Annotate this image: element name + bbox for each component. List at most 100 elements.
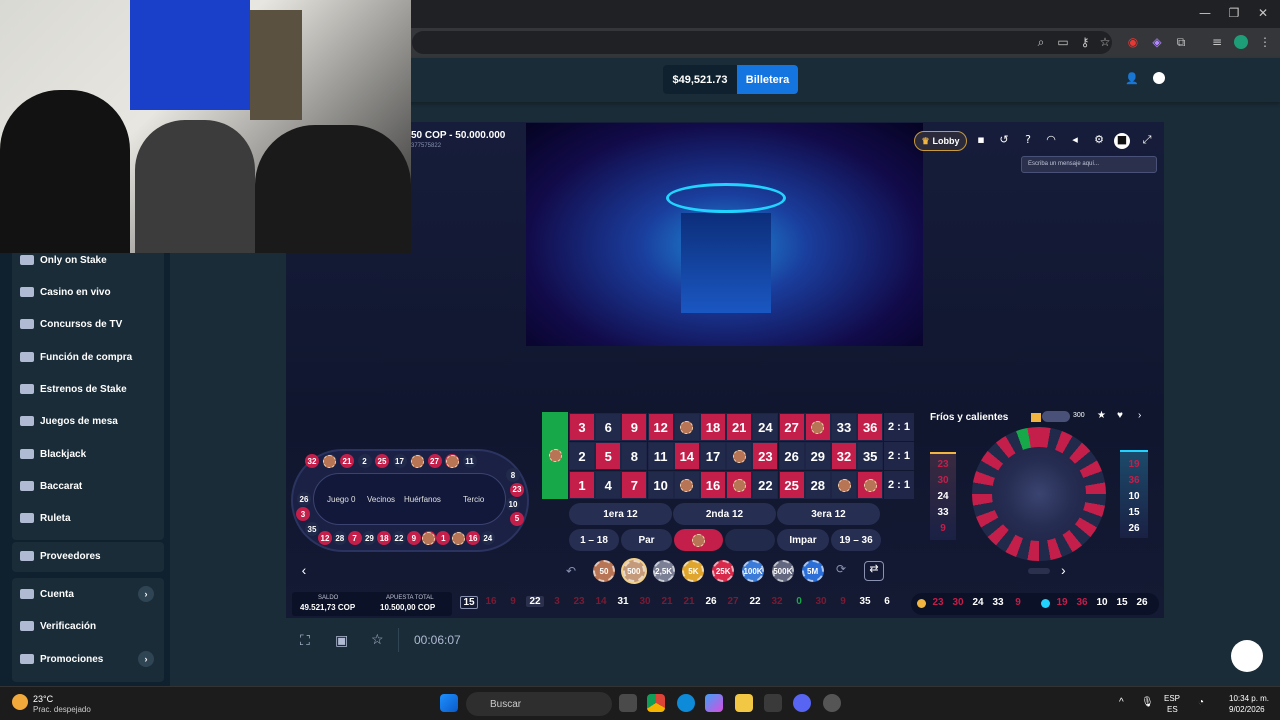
- dozen-2[interactable]: 2nda 12: [673, 503, 776, 525]
- racetrack-number[interactable]: 5: [510, 511, 524, 526]
- minimize-icon[interactable]: —: [1196, 6, 1214, 20]
- number-cell[interactable]: 16: [700, 471, 726, 499]
- racetrack-number[interactable]: 7: [347, 531, 362, 545]
- sidebar-item-cuenta[interactable]: Cuenta ›: [12, 579, 164, 609]
- number-cell[interactable]: 9: [621, 413, 648, 441]
- chevron-right-icon[interactable]: ›: [138, 586, 154, 602]
- settings-gear-icon[interactable]: ⚙: [1091, 133, 1107, 149]
- racetrack-number[interactable]: 26: [297, 492, 311, 506]
- racetrack-number[interactable]: 11: [462, 454, 477, 468]
- double-icon[interactable]: ⇄: [864, 561, 884, 581]
- edge-icon[interactable]: [677, 694, 695, 712]
- language-indicator[interactable]: ESP: [1164, 694, 1180, 703]
- racetrack-number[interactable]: 3: [296, 507, 310, 521]
- racetrack-number[interactable]: 16: [466, 531, 480, 545]
- number-cell[interactable]: 27: [778, 413, 805, 441]
- discord-icon[interactable]: [793, 694, 811, 712]
- bet-even[interactable]: Par: [621, 529, 672, 551]
- number-cell[interactable]: [857, 471, 884, 499]
- sidebar-item-blackjack[interactable]: Blackjack: [12, 439, 164, 469]
- racetrack-number[interactable]: [451, 531, 466, 545]
- profile-avatar[interactable]: [1234, 35, 1248, 49]
- chevron-right-icon[interactable]: ›: [1138, 410, 1141, 421]
- number-cell[interactable]: 7: [621, 471, 648, 499]
- bookmark-star-icon[interactable]: ☆: [1096, 35, 1114, 49]
- dozen-1[interactable]: 1era 12: [569, 503, 672, 525]
- chip-100k[interactable]: 100K: [742, 560, 764, 582]
- repeat-icon[interactable]: ⟳: [836, 562, 852, 578]
- chip-500[interactable]: 500: [622, 560, 645, 582]
- racetrack-number[interactable]: [445, 454, 459, 468]
- bet-1-18[interactable]: 1 – 18: [569, 529, 619, 551]
- racetrack-label-tercio[interactable]: Tercio: [463, 495, 484, 504]
- dozen-3[interactable]: 3era 12: [777, 503, 880, 525]
- heart-icon[interactable]: ♥: [1117, 410, 1123, 421]
- lobby-button[interactable]: ♛ Lobby: [914, 131, 967, 151]
- number-cell[interactable]: 10: [647, 471, 674, 499]
- undo-icon[interactable]: ↶: [566, 564, 576, 578]
- sample-toggle[interactable]: [1042, 411, 1070, 422]
- playlist-icon[interactable]: ≡: [1208, 35, 1226, 49]
- number-cell[interactable]: 12: [647, 413, 674, 441]
- fullscreen-icon[interactable]: ⤢: [1139, 133, 1155, 149]
- copilot-icon[interactable]: [705, 694, 723, 712]
- help-icon[interactable]: ?: [1020, 133, 1036, 149]
- number-cell[interactable]: [726, 471, 753, 499]
- address-bar[interactable]: ⌕ ▭ ⚷ ☆: [412, 31, 1112, 54]
- sidebar-item-juegos-mesa[interactable]: Juegos de mesa: [12, 406, 164, 436]
- table-limits[interactable]: 50 COP - 50.000.000: [411, 130, 505, 141]
- chip-500k[interactable]: 500K: [771, 560, 794, 582]
- extensions-puzzle-icon[interactable]: ⧉: [1172, 35, 1190, 50]
- number-cell[interactable]: [804, 413, 831, 441]
- chat-icon[interactable]: ▪: [973, 133, 989, 149]
- racetrack-number[interactable]: 8: [506, 468, 520, 482]
- clock-time[interactable]: 10:34 p. m.: [1229, 694, 1269, 703]
- column-bet-top[interactable]: 2 : 1: [884, 413, 914, 441]
- number-cell[interactable]: 3: [569, 413, 595, 441]
- number-cell[interactable]: 24: [752, 413, 779, 441]
- chevron-right-icon[interactable]: ›: [138, 651, 154, 667]
- number-cell[interactable]: 5: [595, 442, 622, 470]
- racetrack-number[interactable]: 22: [392, 531, 406, 545]
- racetrack-number[interactable]: 24: [480, 531, 495, 545]
- number-cell[interactable]: 26: [778, 442, 805, 470]
- task-view-icon[interactable]: [619, 694, 637, 712]
- column-bet-middle[interactable]: 2 : 1: [884, 442, 914, 470]
- menu-kebab-icon[interactable]: ⋮: [1256, 35, 1274, 49]
- close-icon[interactable]: ✕: [1254, 6, 1272, 20]
- sidebar-item-ruleta[interactable]: Ruleta: [12, 503, 164, 533]
- chat-icon[interactable]: [1153, 72, 1165, 84]
- number-cell[interactable]: 21: [726, 413, 753, 441]
- number-cell[interactable]: 18: [700, 413, 726, 441]
- favorite-star-icon[interactable]: ★: [1097, 410, 1106, 421]
- balance-display[interactable]: $49,521.73: [663, 65, 737, 94]
- cast-icon[interactable]: ▭: [1054, 35, 1072, 49]
- extension-icon[interactable]: ◉: [1124, 35, 1142, 49]
- obs-icon[interactable]: [823, 694, 841, 712]
- racetrack-number[interactable]: 23: [510, 482, 524, 497]
- number-cell[interactable]: 2: [569, 442, 595, 470]
- racetrack-number[interactable]: [421, 531, 436, 545]
- number-cell[interactable]: 8: [621, 442, 648, 470]
- racetrack-label-juego0[interactable]: Juego 0: [327, 495, 355, 504]
- number-cell[interactable]: 29: [804, 442, 831, 470]
- file-explorer-icon[interactable]: [735, 694, 753, 712]
- number-cell[interactable]: 32: [831, 442, 857, 470]
- number-cell[interactable]: 17: [700, 442, 726, 470]
- chat-support-icon[interactable]: [1231, 640, 1263, 672]
- key-icon[interactable]: ⚷: [1076, 35, 1094, 49]
- racetrack-number[interactable]: 27: [427, 454, 442, 468]
- racetrack-number[interactable]: 12: [318, 531, 332, 545]
- chrome-icon[interactable]: [647, 694, 665, 712]
- column-bet-bottom[interactable]: 2 : 1: [884, 471, 914, 499]
- sidebar-item-verificacion[interactable]: Verificación: [12, 611, 164, 641]
- sidebar-item-concursos-tv[interactable]: Concursos de TV: [12, 309, 164, 339]
- number-cell[interactable]: 1: [569, 471, 595, 499]
- racetrack-number[interactable]: [410, 454, 424, 468]
- number-cell[interactable]: 23: [752, 442, 779, 470]
- number-cell[interactable]: [831, 471, 857, 499]
- video-camera-icon[interactable]: ■: [1114, 133, 1130, 149]
- number-cell[interactable]: 33: [831, 413, 857, 441]
- extension-icon[interactable]: ◈: [1148, 35, 1166, 49]
- sidebar-item-estrenos[interactable]: Estrenos de Stake: [12, 374, 164, 404]
